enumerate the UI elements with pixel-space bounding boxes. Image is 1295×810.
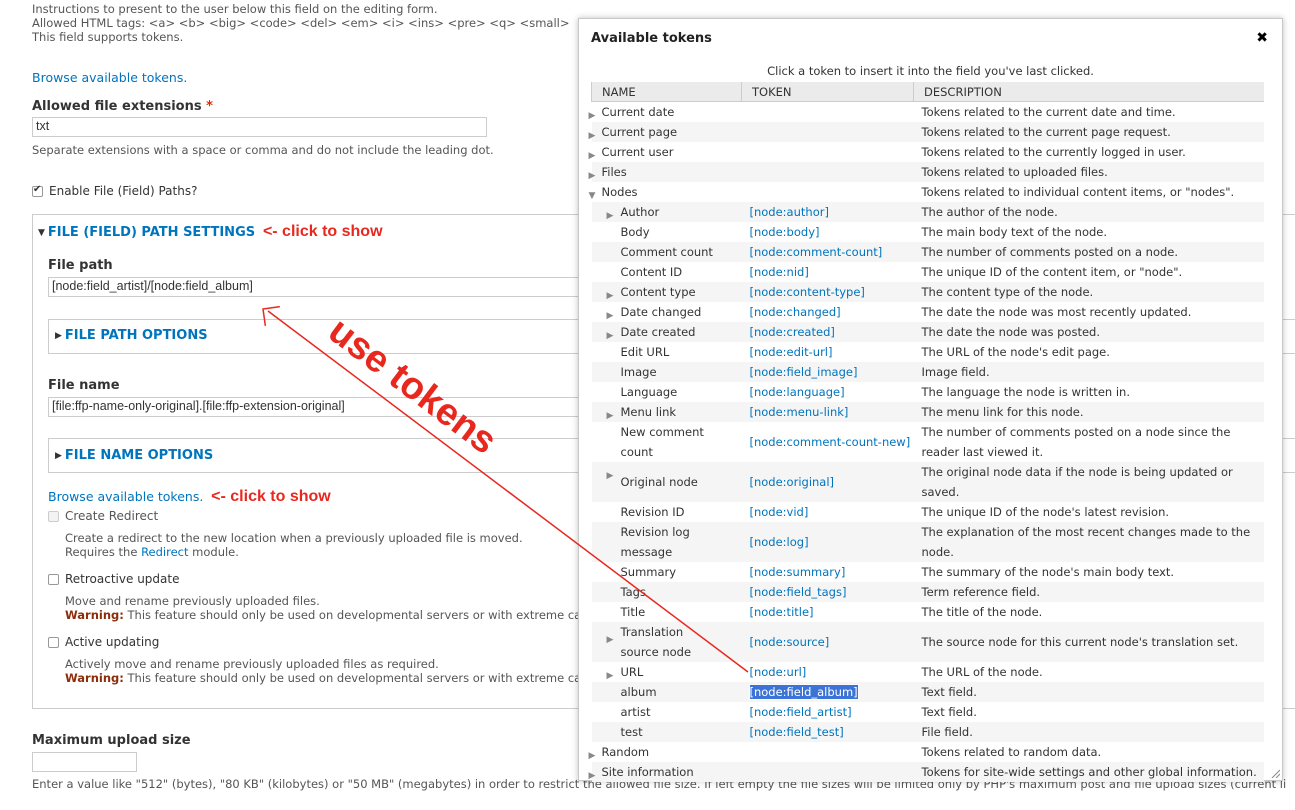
annotation-overlay: use tokens xyxy=(262,305,749,673)
annotation-arrowhead xyxy=(262,305,280,326)
annotation-arrow-line xyxy=(267,310,749,673)
use-tokens-annotation: use tokens xyxy=(321,310,505,463)
